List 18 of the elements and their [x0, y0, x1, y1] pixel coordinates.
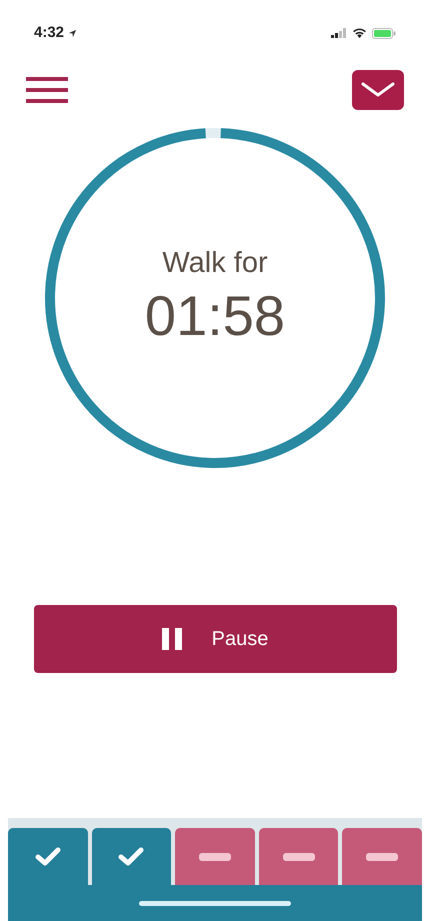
dash-icon: [366, 852, 398, 860]
location-arrow-icon: [68, 28, 78, 38]
envelope-icon: [361, 82, 395, 98]
wifi-icon: [352, 28, 367, 38]
signal-icon: [331, 28, 347, 38]
check-icon: [34, 846, 61, 866]
battery-icon: [372, 28, 396, 38]
pause-button[interactable]: Pause: [34, 605, 396, 673]
dash-icon: [198, 852, 231, 860]
mail-button[interactable]: [352, 70, 404, 110]
check-icon: [118, 846, 144, 866]
menu-button[interactable]: [26, 74, 68, 106]
dash-icon: [282, 852, 315, 860]
pause-icon: [162, 628, 182, 650]
timer-label: Walk for: [162, 248, 268, 278]
menu-icon: [26, 76, 68, 104]
status-time: 4:32: [34, 22, 64, 43]
timer-countdown: 01:58: [144, 288, 286, 344]
